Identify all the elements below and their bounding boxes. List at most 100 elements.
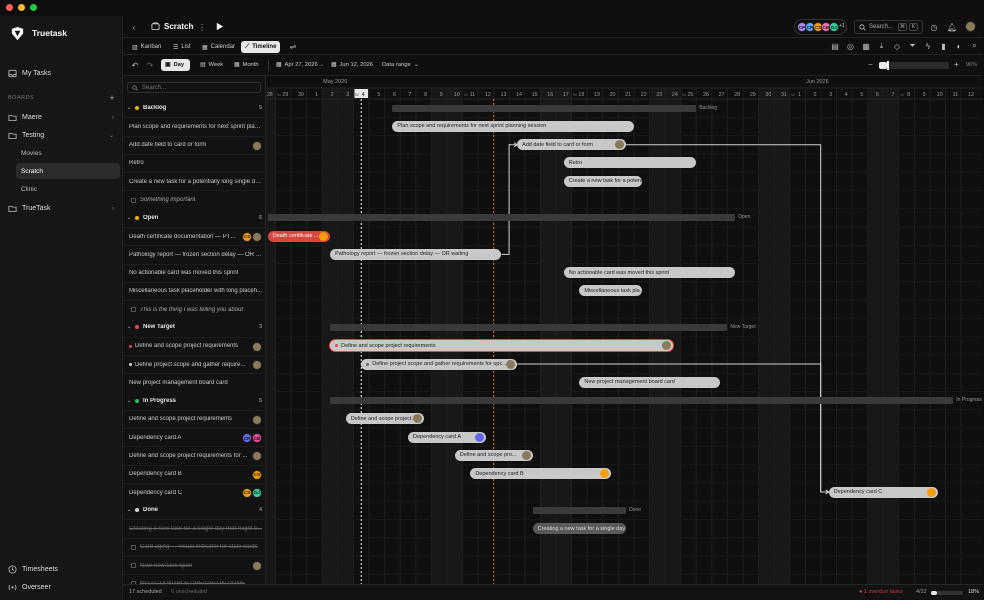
- task-row[interactable]: Miscellaneous task placeholder with long…: [123, 281, 266, 300]
- zoom-in-button[interactable]: +: [954, 60, 959, 69]
- sidebar-subitem-movies[interactable]: Movies: [16, 145, 120, 161]
- timeline-bar[interactable]: Define and scope project...: [345, 413, 424, 425]
- bar-assignee-avatar[interactable]: [661, 341, 671, 351]
- sidebar-item-overseer[interactable]: Overseer: [8, 581, 118, 594]
- timeline-bar[interactable]: Create a new task for a potenti...: [563, 175, 642, 187]
- zoom-slider[interactable]: [879, 61, 949, 70]
- undo-icon[interactable]: ↶: [130, 60, 140, 70]
- group-span-bar[interactable]: [267, 214, 736, 222]
- user-avatar[interactable]: [965, 21, 976, 32]
- chevron-right-icon[interactable]: ›: [112, 115, 114, 121]
- assignee-avatar[interactable]: CB: [252, 433, 262, 444]
- task-row[interactable]: Define and scope project requirements: [123, 409, 266, 428]
- bar-assignee-avatar[interactable]: [926, 487, 936, 497]
- task-checkbox[interactable]: [131, 544, 136, 550]
- group-span-bar[interactable]: [330, 324, 728, 331]
- timeline-bar[interactable]: No actionable card was moved this sprint: [563, 267, 736, 279]
- task-row[interactable]: Pathology report — frozen section delay …: [123, 245, 266, 263]
- bolt-icon[interactable]: ϟ: [923, 41, 933, 51]
- assignee-avatar[interactable]: [252, 341, 262, 352]
- timeline-bar[interactable]: Pathology report — frozen section delay …: [330, 248, 502, 260]
- assignee-avatar[interactable]: [252, 561, 262, 571]
- timeline-bar[interactable]: Define and scope project requirements: [330, 340, 673, 352]
- play-icon[interactable]: [215, 22, 224, 31]
- assignee-avatar[interactable]: CS: [252, 469, 262, 480]
- close-window-button[interactable]: [6, 4, 13, 11]
- search-field[interactable]: Search... ⌘ K: [854, 20, 923, 34]
- timeline-bar[interactable]: Death certificate ...: [267, 230, 331, 242]
- task-row[interactable]: Creating a new task for a single day tha…: [123, 519, 266, 537]
- zoom-day-button[interactable]: ▣ Day: [161, 59, 190, 71]
- sidebar-item-truetask[interactable]: TrueTask ›: [8, 202, 118, 215]
- columns-icon[interactable]: ▤: [830, 41, 840, 51]
- sidebar-item-maere[interactable]: Maere ›: [8, 111, 118, 124]
- task-row[interactable]: No actionable card was moved this sprint: [123, 263, 266, 282]
- sidebar-item-my-tasks[interactable]: My Tasks: [8, 67, 118, 80]
- zoom-out-button[interactable]: −: [868, 60, 873, 69]
- view-settings-icon[interactable]: ⇌: [288, 41, 298, 51]
- assignee-avatar[interactable]: DJ: [252, 487, 262, 498]
- task-checkbox[interactable]: [131, 563, 136, 569]
- start-date-picker[interactable]: ▦ Apr 27, 2026: [272, 59, 322, 71]
- timeline-bar[interactable]: Retro: [563, 157, 697, 169]
- bell-icon[interactable]: 🔔︎: [947, 22, 957, 32]
- zoom-week-button[interactable]: ▤ Week: [196, 59, 227, 71]
- chart-icon[interactable]: ▮: [939, 41, 949, 51]
- timeline-bar[interactable]: Miscellaneous task pla...: [579, 285, 642, 297]
- timeline-bar[interactable]: Define and scope pro...: [454, 449, 533, 461]
- task-row[interactable]: Card aging — visual indicator for stale …: [123, 537, 266, 556]
- bar-assignee-avatar[interactable]: [615, 140, 625, 150]
- filter-icon[interactable]: ⏷: [908, 41, 918, 51]
- timeline-bar[interactable]: Plan scope and requirements for next spr…: [392, 120, 634, 132]
- sidebar-item-timesheets[interactable]: Timesheets: [8, 563, 118, 576]
- maximize-window-button[interactable]: [30, 4, 37, 11]
- group-header[interactable]: ⌄ Backlog 5: [123, 99, 266, 117]
- tab-kanban[interactable]: ▥ Kanban: [128, 41, 165, 53]
- unscheduled-count[interactable]: 6 unscheduled: [171, 589, 207, 595]
- bar-assignee-avatar[interactable]: [521, 450, 531, 460]
- assignee-avatar[interactable]: [252, 359, 262, 370]
- group-header[interactable]: ⌄ In Progress 5: [123, 391, 266, 409]
- timeline-bar[interactable]: Dependency card C: [828, 486, 938, 498]
- task-checkbox[interactable]: [131, 197, 136, 203]
- chevron-down-icon[interactable]: ⌄: [127, 507, 132, 513]
- target-icon[interactable]: ◎: [846, 41, 856, 51]
- tab-timeline[interactable]: ⟋ Timeline: [241, 41, 281, 53]
- assignee-avatar[interactable]: CS: [242, 231, 252, 242]
- back-icon[interactable]: ‹: [129, 22, 139, 32]
- timer-icon[interactable]: ◷: [929, 22, 939, 32]
- assignee-avatar[interactable]: CR: [242, 433, 252, 444]
- task-row[interactable]: Add date field to card or form: [123, 135, 266, 154]
- toggle-icon[interactable]: ◐: [954, 41, 964, 51]
- group-span-bar[interactable]: [392, 104, 697, 112]
- group-header[interactable]: ⌄ Done 4: [123, 501, 266, 519]
- timeline-bar[interactable]: Dependency card A: [408, 431, 486, 443]
- download-icon[interactable]: ⤓: [877, 41, 887, 51]
- redo-icon[interactable]: ↷: [145, 60, 155, 70]
- assignee-avatar[interactable]: [252, 451, 262, 462]
- task-row[interactable]: Retro: [123, 153, 266, 172]
- chevron-down-icon[interactable]: ⌄: [127, 215, 132, 221]
- chevron-down-icon[interactable]: ⌄: [109, 132, 114, 139]
- tab-list[interactable]: ☰ List: [169, 41, 195, 53]
- bar-assignee-avatar[interactable]: [474, 432, 484, 442]
- bar-assignee-avatar[interactable]: [412, 414, 422, 424]
- zoom-slider-thumb[interactable]: [887, 61, 890, 70]
- zoom-month-button[interactable]: ▦ Month: [230, 59, 263, 71]
- tab-calendar[interactable]: ▦ Calendar: [198, 41, 239, 53]
- assignee-avatar[interactable]: [252, 231, 262, 242]
- timeline-bar[interactable]: Add date field to card or form: [517, 139, 627, 151]
- task-search-input[interactable]: Search...: [127, 82, 261, 93]
- group-header[interactable]: ⌄ New Target 3: [123, 318, 266, 336]
- minimize-window-button[interactable]: [18, 4, 25, 11]
- member-count-more[interactable]: +1: [839, 23, 845, 29]
- grid-icon[interactable]: ▦: [861, 41, 871, 51]
- bar-assignee-avatar[interactable]: [599, 469, 609, 479]
- timeline-bar[interactable]: Dependency card B: [470, 468, 611, 480]
- tag-icon[interactable]: ◇: [892, 41, 902, 51]
- task-row[interactable]: Define project scope and gather require.…: [123, 354, 266, 373]
- bar-assignee-avatar[interactable]: [319, 231, 329, 241]
- brand[interactable]: Truetask: [10, 25, 67, 41]
- bar-assignee-avatar[interactable]: [506, 359, 516, 369]
- timeline-bar[interactable]: Define project scope and gather requirem…: [361, 358, 518, 370]
